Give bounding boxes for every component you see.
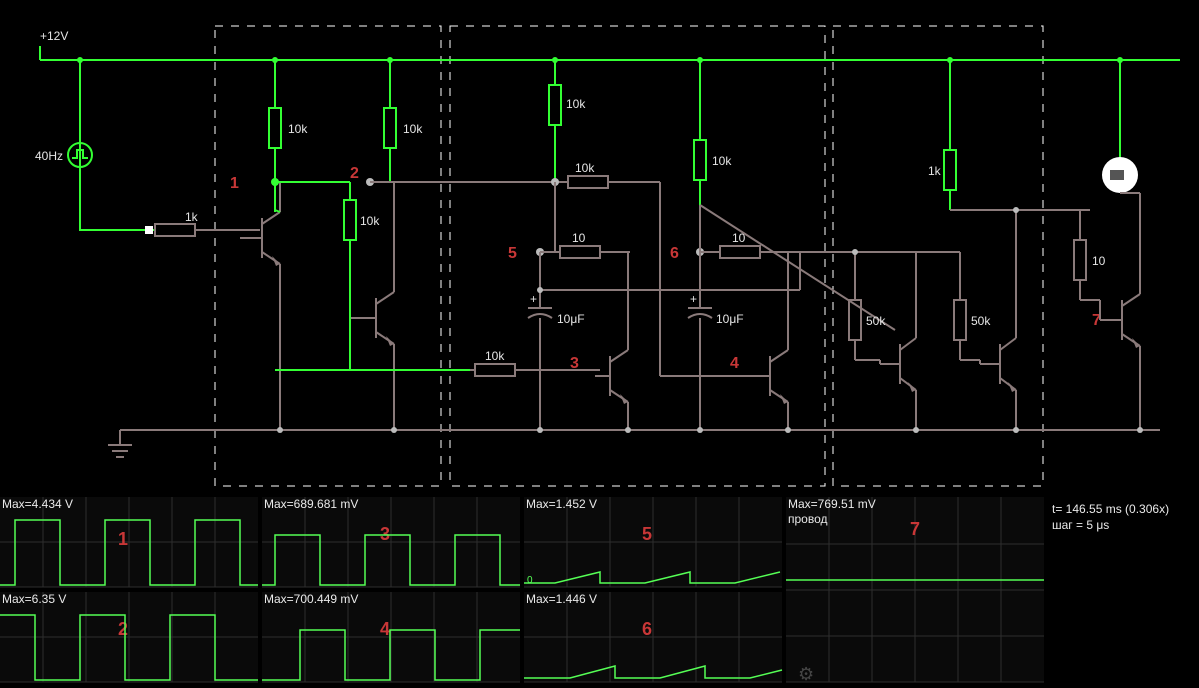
scope-6[interactable]: Max=1.446 V 6 — [524, 592, 782, 682]
r-right-10k: 10k — [694, 60, 732, 205]
scope-3[interactable]: Max=689.681 mV 3 — [262, 497, 520, 587]
svg-text:10k: 10k — [403, 122, 423, 136]
node-5-label: 5 — [508, 245, 517, 262]
svg-text:+: + — [530, 292, 537, 306]
svg-text:10μF: 10μF — [716, 312, 744, 326]
source-label: 40Hz — [35, 149, 63, 163]
svg-text:50k: 50k — [971, 314, 991, 328]
svg-text:1k: 1k — [185, 210, 199, 224]
svg-text:50k: 50k — [866, 314, 886, 328]
transistor-q1 — [240, 182, 280, 266]
gear-icon[interactable]: ⚙ — [798, 664, 814, 685]
node-4-label: 4 — [730, 355, 739, 372]
resistor-in-1k: 1k — [112, 210, 260, 236]
r-collector-1: 10k — [269, 60, 308, 182]
sim-time: t= 146.55 ms (0.306x) — [1052, 502, 1169, 516]
node-2-label: 2 — [350, 165, 359, 182]
svg-text:10: 10 — [1092, 254, 1106, 268]
svg-text:Max=700.449 mV: Max=700.449 mV — [264, 592, 358, 606]
transistor-q4 — [755, 252, 788, 430]
circuit-diagram[interactable]: +12V 40Hz 1k 10k 10k 1 — [0, 0, 1199, 688]
supply-label: +12V — [40, 29, 68, 43]
transistor-q7 — [1100, 193, 1140, 430]
r-out-10: 10 — [1074, 210, 1106, 300]
svg-text:10k: 10k — [566, 97, 586, 111]
r-base-q3: 10k — [470, 349, 600, 376]
svg-text:3: 3 — [380, 524, 390, 544]
node-6-label: 6 — [670, 245, 679, 262]
input-node-white — [145, 226, 153, 234]
svg-text:1: 1 — [118, 529, 128, 549]
svg-text:Max=689.681 mV: Max=689.681 mV — [264, 497, 358, 511]
r-10-right: 10 — [700, 231, 800, 258]
signal-source: 40Hz — [35, 143, 92, 167]
svg-text:5: 5 — [642, 524, 652, 544]
r-out-1k: 1k — [928, 60, 956, 210]
r-50k-b: 50k — [954, 252, 991, 360]
svg-text:7: 7 — [910, 519, 920, 539]
r-50k-a: 50k — [849, 252, 886, 360]
svg-text:10: 10 — [572, 231, 586, 245]
sim-step: шаг = 5 μs — [1052, 518, 1109, 532]
svg-text:10μF: 10μF — [557, 312, 585, 326]
scope-1[interactable]: Max=4.434 V 1 — [0, 497, 258, 587]
svg-text:10k: 10k — [575, 161, 595, 175]
svg-text:10k: 10k — [485, 349, 505, 363]
scope-5[interactable]: Max=1.452 V 5 0 — [524, 497, 782, 587]
node-1-label: 1 — [230, 175, 239, 192]
scope-7[interactable]: Max=769.51 mV провод 7 — [786, 497, 1044, 682]
lamp — [1102, 60, 1138, 193]
r-feedback-10k: 10k — [344, 182, 380, 305]
svg-text:6: 6 — [642, 619, 652, 639]
svg-text:Max=769.51 mV: Max=769.51 mV — [788, 497, 876, 511]
stage-box-3 — [833, 26, 1043, 486]
svg-text:10k: 10k — [712, 154, 732, 168]
cap-right: 10μF + — [688, 252, 744, 430]
svg-text:Max=4.434 V: Max=4.434 V — [2, 497, 73, 511]
r-10-left: 10 — [540, 231, 630, 258]
svg-text:10k: 10k — [360, 214, 380, 228]
stage-box-1 — [215, 26, 441, 486]
r-collector-2: 10k — [384, 60, 423, 182]
svg-text:1k: 1k — [928, 164, 942, 178]
r-h-10k-mid: 10k — [460, 161, 660, 188]
ground-symbol — [108, 430, 132, 457]
transistor-q3 — [595, 252, 628, 430]
svg-text:10k: 10k — [288, 122, 308, 136]
svg-text:Max=1.446 V: Max=1.446 V — [526, 592, 597, 606]
transistor-q5 — [880, 252, 916, 430]
svg-text:Max=6.35 V: Max=6.35 V — [2, 592, 66, 606]
svg-text:0: 0 — [527, 575, 533, 586]
svg-text:+: + — [690, 292, 697, 306]
svg-text:провод: провод — [788, 512, 828, 526]
svg-text:2: 2 — [118, 619, 128, 639]
scope-2[interactable]: Max=6.35 V 2 — [0, 592, 258, 682]
svg-text:4: 4 — [380, 619, 390, 639]
stage-box-2 — [450, 26, 825, 486]
scope-4[interactable]: Max=700.449 mV 4 — [262, 592, 520, 682]
svg-text:Max=1.452 V: Max=1.452 V — [526, 497, 597, 511]
cap-left: 10μF + — [528, 252, 585, 430]
